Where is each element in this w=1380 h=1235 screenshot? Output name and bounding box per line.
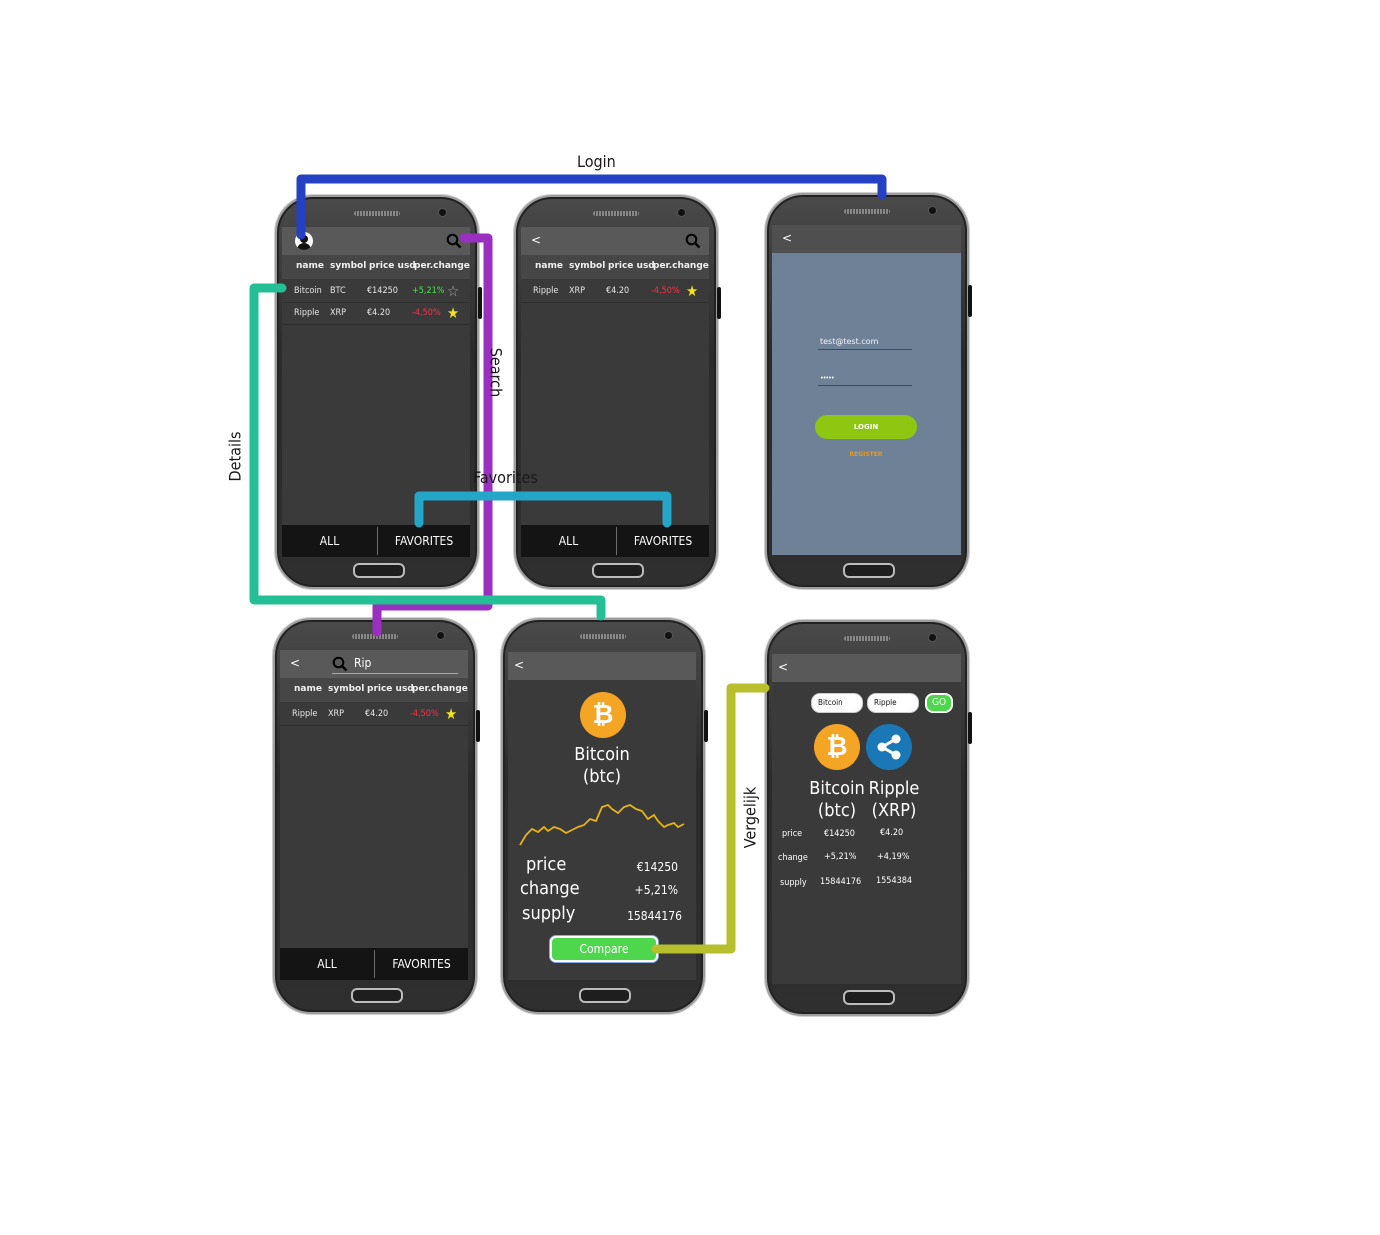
favorites-flow-line (414, 491, 672, 528)
favorites-flow-label: Favorites (473, 468, 538, 487)
login-flow-line (296, 174, 887, 240)
details-flow-line (249, 283, 606, 621)
compare-flow-label: Vergelijk (740, 786, 760, 849)
flow-lines (249, 174, 887, 954)
details-flow-label: Details (225, 431, 245, 482)
search-flow-label: Search (486, 347, 506, 398)
search-flow-line (372, 233, 493, 637)
login-flow-label: Login (577, 152, 616, 171)
